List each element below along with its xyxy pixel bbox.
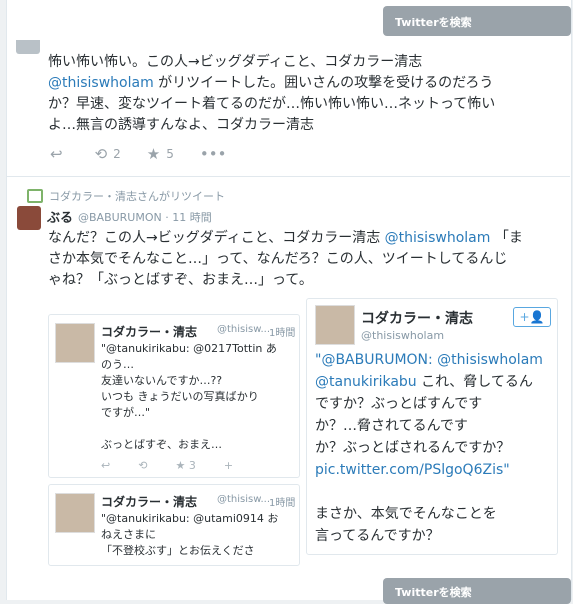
reply-icon[interactable]: ↩ [101, 459, 110, 472]
tweet-text: なんだ？この人→ビッグダディこと、コダカラー清志 [48, 230, 385, 246]
tweet-text-line: なんだ？この人→ビッグダディこと、コダカラー清志 @thisiswholam 「… [48, 228, 523, 249]
tweet-text-line: よ…無言の誘導すんなよ、コダカラー清志 [48, 117, 314, 133]
tweet-text-line: 友達いないんですか…?? [101, 374, 223, 387]
tweet-actions: ↩ ⟲ 2 ★ 5 ••• [50, 145, 258, 163]
tweet-text-line: ぶっとばすぞ、おまえ… [101, 438, 222, 451]
avatar[interactable] [17, 206, 41, 230]
pic-link[interactable]: pic.twitter.com/PSlgoQ6Zis" [315, 459, 551, 481]
favorite-button[interactable]: ★ 3 [175, 459, 195, 472]
reply-button[interactable]: ↩ [50, 145, 69, 163]
tweet-text-line: 言ってるんですか？ [315, 528, 440, 544]
tweet-text-line: ゃね？「ぶっとばすぞ、おまえ…」って。 [48, 272, 313, 288]
more-icon: ••• [199, 145, 227, 163]
favorite-count: 5 [166, 147, 174, 161]
mention-link[interactable]: @thisiswholam [48, 75, 154, 91]
timestamp[interactable]: 1時間 [269, 324, 295, 339]
tweet-text-line: か？ぶっとばされるんですか？ [315, 440, 511, 456]
star-icon: ★ [146, 145, 161, 163]
user-handle[interactable]: @thisiswholam [361, 329, 444, 342]
tweet-text-line: 怖い怖い怖い。この人→ビッグダディこと、コダカラー清志 [48, 54, 423, 70]
avatar[interactable] [315, 305, 355, 345]
retweet-count: 2 [113, 147, 121, 161]
user-name[interactable]: コダカラー・清志 [101, 323, 197, 340]
search-bar-top[interactable]: Twitterを検索 [383, 6, 571, 36]
favorite-count: 3 [188, 459, 196, 472]
more-button[interactable]: ••• [200, 145, 233, 163]
quoted-tweet[interactable]: コダカラー・清志 @thisisw... 1時間 "@tanukirikabu:… [48, 314, 300, 478]
follow-icon[interactable]: + [224, 459, 233, 472]
search-label: Twitterを検索 [395, 16, 472, 29]
tweet-text-line: まさか、本気でそんなことを [315, 506, 497, 522]
timestamp[interactable]: 1時間 [269, 494, 295, 509]
mention-link[interactable]: @thisiswholam [385, 230, 491, 246]
star-icon: ★ [175, 459, 186, 472]
avatar[interactable] [55, 493, 95, 533]
user-handle[interactable]: @BABURUMON · 11 時間 [78, 209, 212, 225]
quoted-tweet[interactable]: コダカラー・清志 @thisisw... 1時間 "@tanukirikabu:… [48, 484, 300, 566]
avatar[interactable] [16, 40, 40, 54]
tweet-text-line: いつも きょうだいの写真ばかり [101, 390, 259, 403]
quoted-tweet-body: "@BABURUMON: @thisiswholam @tanukirikabu… [315, 349, 551, 547]
tweet-actions: ↩ ⟲ ★ 3 + [101, 459, 233, 472]
retweet-icon[interactable]: ⟲ [138, 459, 147, 472]
user-name[interactable]: コダカラー・清志 [361, 308, 473, 328]
favorite-button[interactable]: ★ 5 [147, 145, 174, 163]
retweet-context-label[interactable]: コダカラー・清志さんがリツイート [49, 188, 225, 204]
tweet-text-line: のう… [101, 358, 134, 371]
retweet-icon [27, 189, 43, 203]
retweet-button[interactable]: ⟲ 2 [95, 145, 121, 163]
tweet-text-line: か？…脅されてるんです [315, 418, 468, 434]
user-name[interactable]: ぶる [47, 207, 73, 226]
search-label: Twitterを検索 [395, 586, 472, 599]
retweet-icon: ⟲ [94, 145, 108, 163]
tweet-text-line: @tanukirikabu これ、脅してるん [315, 371, 551, 393]
tweet-text-line: か？早速、変なツイート着てるのだが…怖い怖い怖い…ネットって怖い [48, 96, 496, 112]
search-bar-bottom[interactable]: Twitterを検索 [383, 578, 571, 604]
avatar[interactable] [55, 323, 95, 363]
tweet-text: がリツイートした。囲いさんの攻撃を受けるのだろう [153, 75, 494, 91]
retweet-context: コダカラー・清志さんがリツイート [27, 188, 225, 204]
tweet-text-line: "@tanukirikabu: @utami0914 お [101, 512, 279, 525]
tweet-text-line: ねえさまに [101, 528, 156, 541]
user-name[interactable]: コダカラー・清志 [101, 493, 197, 510]
tweet-text-line: ですか？ぶっとばすんです [315, 396, 483, 412]
mention-link[interactable]: @tanukirikabu [315, 374, 417, 390]
user-handle[interactable]: @thisisw... [217, 494, 270, 505]
tweet-text-line: 「不登校ぶす」とお伝えくださ [101, 544, 255, 557]
tweet-text: これ、脅してるん [416, 374, 533, 390]
tweet-divider [6, 176, 570, 177]
tweet-text-line: さか本気でそんなこと…」って、なんだろ？この人、ツイートしてるんじ [48, 251, 508, 267]
tweet-text-line: @thisiswholam がリツイートした。囲いさんの攻撃を受けるのだろう [48, 73, 493, 94]
tweet-text-line: "@tanukirikabu: @0217Tottin あ [101, 342, 277, 355]
reply-icon: ↩ [50, 145, 63, 163]
tweet-text-line[interactable]: "@BABURUMON: @thisiswholam [315, 349, 551, 371]
tweet-text: 「ま [490, 230, 523, 246]
tweet-text-line: ですが…" [101, 406, 151, 419]
follow-button[interactable]: +👤 [513, 307, 551, 327]
user-handle[interactable]: @thisisw... [217, 324, 270, 335]
